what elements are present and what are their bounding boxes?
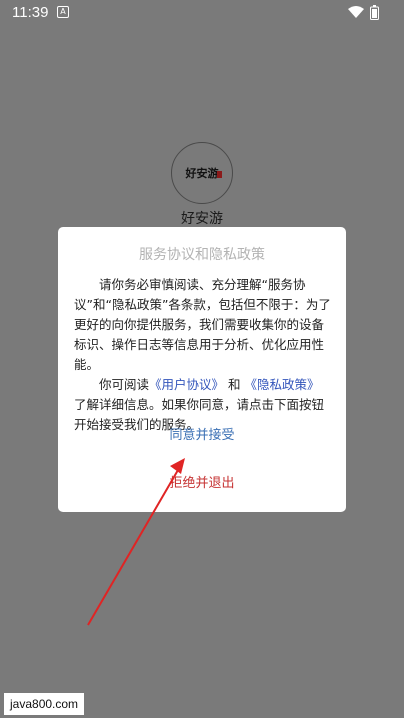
watermark: java800.com bbox=[4, 693, 85, 715]
annotation-arrow-icon bbox=[87, 458, 185, 626]
